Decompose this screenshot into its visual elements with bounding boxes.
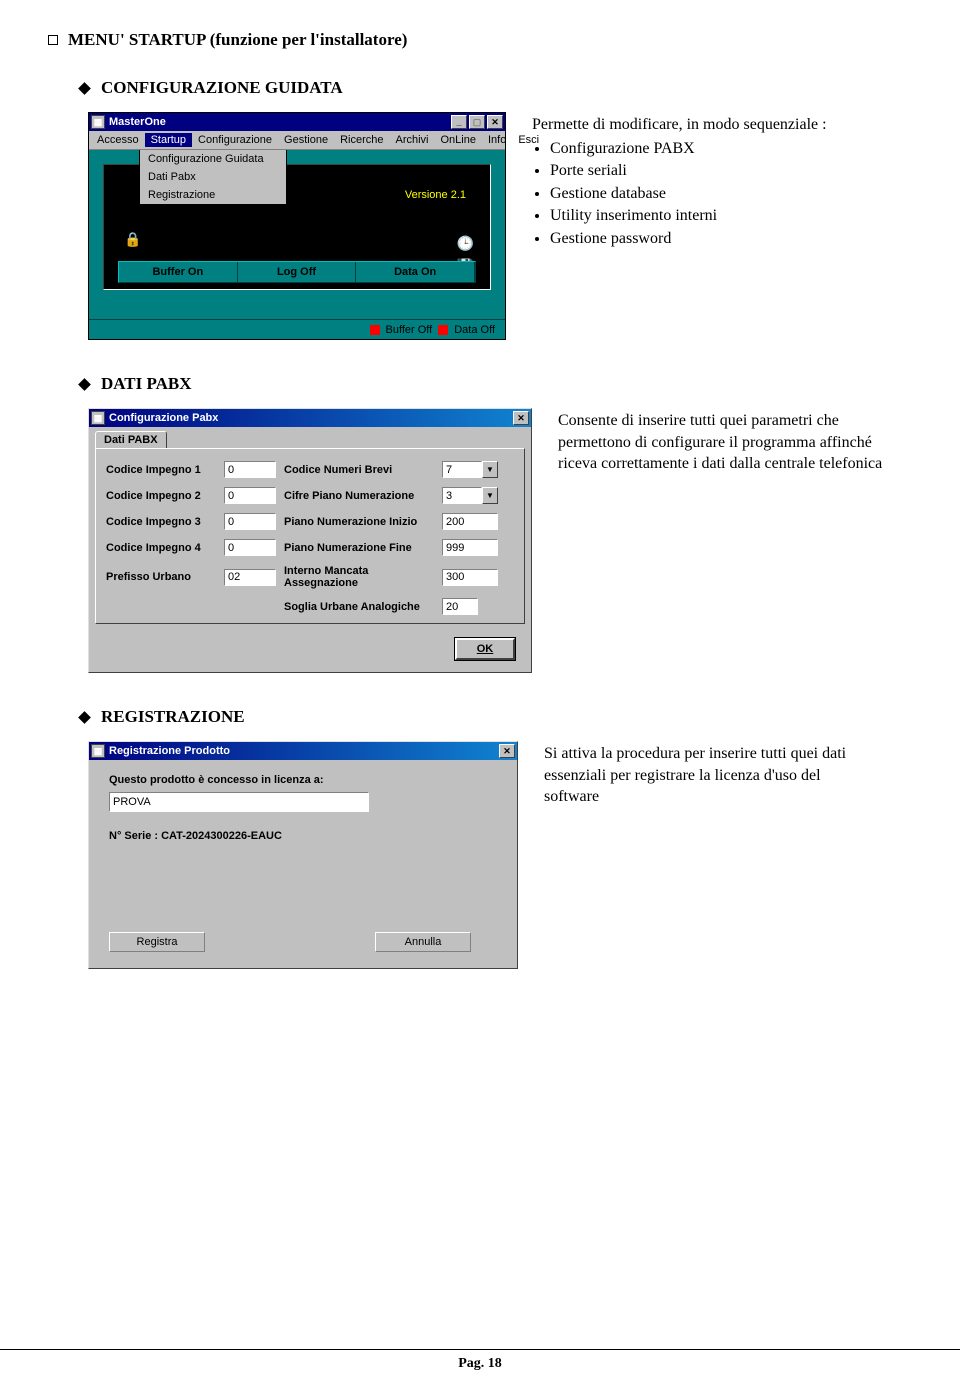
status-bar: Buffer Off Data Off — [89, 319, 505, 339]
diamond-bullet-icon — [78, 378, 91, 391]
app-icon: ▦ — [91, 744, 105, 758]
input-prefisso-urbano[interactable] — [224, 569, 276, 586]
heading-menu-startup: MENU' STARTUP (funzione per l'installato… — [48, 30, 912, 50]
input-cifre-piano-numerazione[interactable] — [442, 487, 482, 504]
registration-dialog: ▦ Registrazione Prodotto ✕ Questo prodot… — [88, 741, 518, 969]
menu-item-registrazione[interactable]: Registrazione — [140, 186, 286, 204]
heading-dati-pabx: DATI PABX — [80, 374, 912, 394]
diamond-bullet-icon — [78, 82, 91, 95]
bullet-item: Gestione password — [550, 228, 827, 250]
bullet-item: Utility inserimento interni — [550, 205, 827, 227]
menu-bar: Accesso Startup Configurazione Gestione … — [89, 131, 505, 149]
menu-configurazione[interactable]: Configurazione — [192, 133, 278, 147]
registra-button[interactable]: Registra — [109, 932, 205, 952]
menu-online[interactable]: OnLine — [435, 133, 482, 147]
version-label: Versione 2.1 — [405, 189, 466, 201]
label-piano-numerazione-inizio: Piano Numerazione Inizio — [284, 516, 434, 528]
minimize-button[interactable]: _ — [451, 115, 467, 129]
square-bullet-icon — [48, 35, 58, 45]
ok-button[interactable]: OK — [455, 638, 515, 660]
label-piano-numerazione-fine: Piano Numerazione Fine — [284, 542, 434, 554]
status-data-off: Data Off — [454, 324, 495, 336]
registrazione-description: Si attiva la procedura per inserire tutt… — [544, 741, 874, 808]
masterone-titlebar: ▦ MasterOne _ ▢ ✕ — [89, 113, 505, 131]
status-red-icon — [370, 325, 380, 335]
close-button[interactable]: ✕ — [487, 115, 503, 129]
bullet-item: Porte seriali — [550, 160, 827, 182]
label-codice-impegno-4: Codice Impegno 4 — [106, 542, 216, 554]
masterone-window: ▦ MasterOne _ ▢ ✕ Accesso Startup Config… — [88, 112, 506, 340]
menu-startup[interactable]: Startup — [145, 133, 192, 147]
menu-item-config-guidata[interactable]: Configurazione Guidata — [140, 150, 286, 168]
input-codice-impegno-2[interactable] — [224, 487, 276, 504]
chevron-down-icon[interactable]: ▼ — [482, 461, 498, 478]
menu-item-dati-pabx[interactable]: Dati Pabx — [140, 168, 286, 186]
menu-gestione[interactable]: Gestione — [278, 133, 334, 147]
label-cifre-piano-numerazione: Cifre Piano Numerazione — [284, 490, 434, 502]
data-on-button[interactable]: Data On — [356, 262, 475, 282]
window-title: MasterOne — [109, 116, 449, 128]
config-guidata-description: Permette di modificare, in modo sequenzi… — [532, 112, 827, 251]
label-interno-mancata-assegnazione: Interno Mancata Assegnazione — [284, 565, 434, 589]
app-icon: ▦ — [91, 115, 105, 129]
lock-icon: 🔒 — [124, 231, 141, 248]
input-soglia-urbane-analogiche[interactable] — [442, 598, 478, 615]
input-piano-numerazione-inizio[interactable] — [442, 513, 498, 530]
close-button[interactable]: ✕ — [513, 411, 529, 425]
buffer-on-button[interactable]: Buffer On — [119, 262, 238, 282]
menu-accesso[interactable]: Accesso — [91, 133, 145, 147]
input-codice-impegno-1[interactable] — [224, 461, 276, 478]
app-icon: ▦ — [91, 411, 105, 425]
menu-archivi[interactable]: Archivi — [389, 133, 434, 147]
serial-label: N° Serie : CAT-2024300226-EAUC — [109, 830, 497, 842]
label-codice-impegno-2: Codice Impegno 2 — [106, 490, 216, 502]
log-off-button[interactable]: Log Off — [238, 262, 357, 282]
input-codice-numeri-brevi[interactable] — [442, 461, 482, 478]
heading-registrazione: REGISTRAZIONE — [80, 707, 912, 727]
input-codice-impegno-3[interactable] — [224, 513, 276, 530]
page-footer: Pag. 18 — [0, 1349, 960, 1372]
label-soglia-urbane-analogiche: Soglia Urbane Analogiche — [284, 601, 434, 613]
menu-ricerche[interactable]: Ricerche — [334, 133, 389, 147]
dialog-title: Configurazione Pabx — [109, 412, 511, 424]
close-button[interactable]: ✕ — [499, 744, 515, 758]
annulla-button[interactable]: Annulla — [375, 932, 471, 952]
diamond-bullet-icon — [78, 711, 91, 724]
label-codice-impegno-1: Codice Impegno 1 — [106, 464, 216, 476]
heading-config-guidata: CONFIGURAZIONE GUIDATA — [80, 78, 912, 98]
bullet-item: Configurazione PABX — [550, 138, 827, 160]
input-codice-impegno-4[interactable] — [224, 539, 276, 556]
label-codice-impegno-3: Codice Impegno 3 — [106, 516, 216, 528]
input-piano-numerazione-fine[interactable] — [442, 539, 498, 556]
chevron-down-icon[interactable]: ▼ — [482, 487, 498, 504]
bullet-item: Gestione database — [550, 183, 827, 205]
menu-info[interactable]: Info — [482, 133, 512, 147]
status-red-icon — [438, 325, 448, 335]
maximize-button[interactable]: ▢ — [469, 115, 485, 129]
license-input[interactable] — [109, 792, 369, 812]
pabx-dialog: ▦ Configurazione Pabx ✕ Dati PABX Codice… — [88, 408, 532, 673]
label-prefisso-urbano: Prefisso Urbano — [106, 571, 216, 583]
label-codice-numeri-brevi: Codice Numeri Brevi — [284, 464, 434, 476]
input-interno-mancata-assegnazione[interactable] — [442, 569, 498, 586]
startup-dropdown: Configurazione Guidata Dati Pabx Registr… — [139, 150, 287, 205]
tab-dati-pabx[interactable]: Dati PABX — [95, 431, 167, 448]
pabx-titlebar: ▦ Configurazione Pabx ✕ — [89, 409, 531, 427]
reg-titlebar: ▦ Registrazione Prodotto ✕ — [89, 742, 517, 760]
clock-icon: 🕒 — [457, 235, 474, 252]
status-buffer-off: Buffer Off — [386, 324, 433, 336]
dati-pabx-description: Consente di inserire tutti quei parametr… — [558, 408, 888, 475]
license-label: Questo prodotto è concesso in licenza a: — [109, 774, 497, 786]
dialog-title: Registrazione Prodotto — [109, 745, 497, 757]
